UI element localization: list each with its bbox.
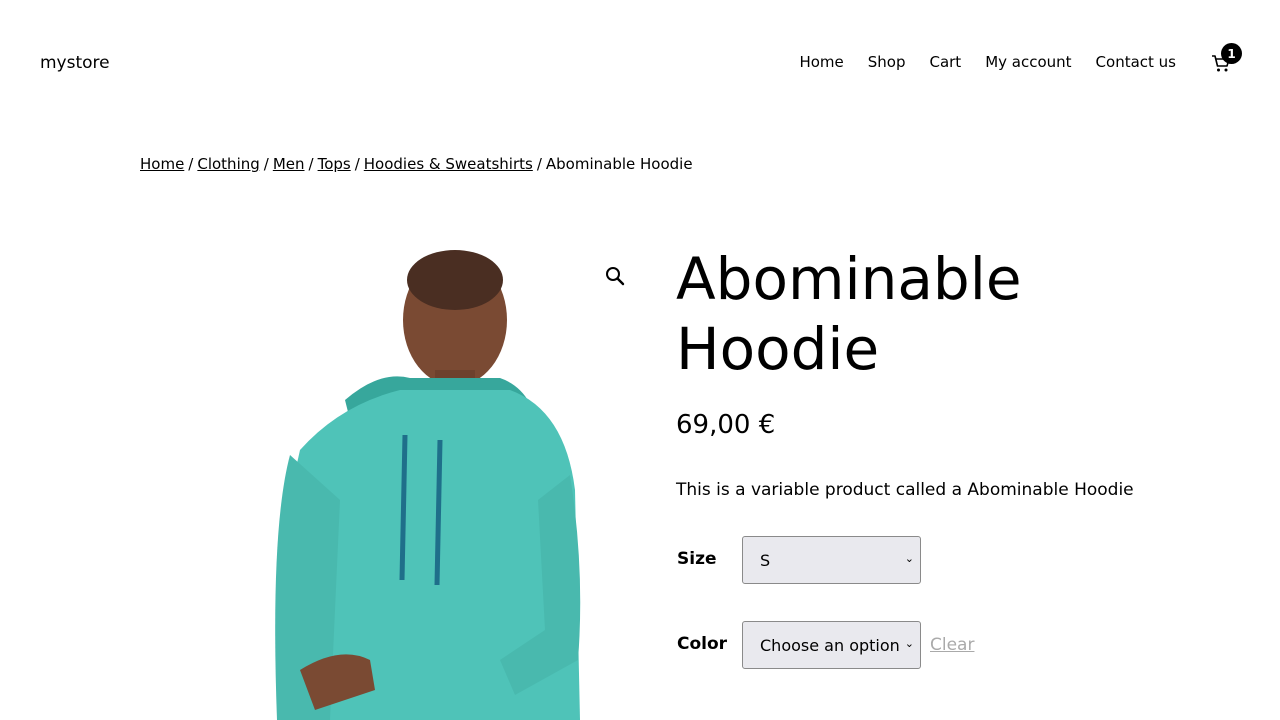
- breadcrumb-home[interactable]: Home: [140, 155, 184, 173]
- size-select-value: S: [760, 550, 771, 570]
- nav-home[interactable]: Home: [799, 53, 843, 71]
- nav-my-account[interactable]: My account: [985, 53, 1071, 71]
- color-label: Color: [677, 634, 728, 654]
- nav-cart[interactable]: Cart: [929, 53, 961, 71]
- color-select[interactable]: Choose an option ⌄: [742, 621, 921, 669]
- product-title: Abominable Hoodie: [676, 244, 1236, 384]
- product-title-line1: Abominable: [676, 245, 1022, 313]
- breadcrumb-tops[interactable]: Tops: [318, 155, 351, 173]
- chevron-down-icon: ⌄: [904, 637, 914, 650]
- zoom-button[interactable]: [603, 264, 627, 288]
- breadcrumb-clothing[interactable]: Clothing: [197, 155, 259, 173]
- cart-count-badge: 1: [1221, 43, 1242, 64]
- breadcrumb: Home / Clothing / Men / Tops / Hoodies & Sweatsh…: [140, 155, 693, 173]
- magnifier-icon: [606, 267, 625, 286]
- main-nav: Home Shop Cart My account Contact us: [799, 53, 1176, 71]
- breadcrumb-separator: /: [308, 155, 314, 173]
- breadcrumb-separator: /: [536, 155, 542, 173]
- clear-selection-link[interactable]: Clear: [930, 635, 974, 655]
- product-image[interactable]: [140, 240, 640, 720]
- size-label: Size: [677, 549, 717, 569]
- product-price: 69,00 €: [676, 410, 776, 440]
- breadcrumb-separator: /: [263, 155, 269, 173]
- chevron-down-icon: ⌄: [904, 552, 914, 565]
- nav-contact-us[interactable]: Contact us: [1096, 53, 1176, 71]
- breadcrumb-separator: /: [354, 155, 360, 173]
- product-description: This is a variable product called a Abom…: [676, 480, 1134, 500]
- size-select[interactable]: S ⌄: [742, 536, 921, 584]
- color-select-value: Choose an option: [760, 635, 900, 655]
- breadcrumb-men[interactable]: Men: [273, 155, 305, 173]
- product-photo: [275, 250, 581, 720]
- nav-shop[interactable]: Shop: [868, 53, 906, 71]
- breadcrumb-current: Abominable Hoodie: [545, 155, 693, 173]
- product-title-line2: Hoodie: [676, 315, 880, 383]
- site-title[interactable]: mystore: [40, 53, 110, 73]
- breadcrumb-separator: /: [188, 155, 194, 173]
- breadcrumb-hoodies[interactable]: Hoodies & Sweatshirts: [364, 155, 533, 173]
